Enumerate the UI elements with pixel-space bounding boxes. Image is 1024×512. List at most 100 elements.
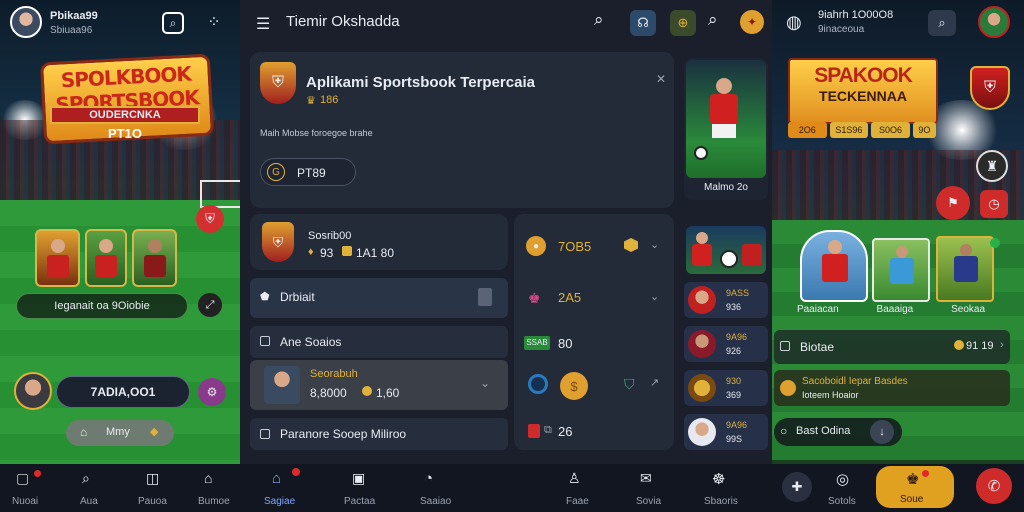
list-row[interactable]: Paranore Sooep Miliroo [250,418,508,450]
chip[interactable]: 9O [912,122,936,138]
player-card[interactable] [872,238,930,302]
download-icon[interactable]: ↓ [870,420,894,444]
globe-icon[interactable]: ◍ [786,12,802,33]
nav-item[interactable]: Aua [80,496,98,507]
puzzle-icon[interactable]: ✚ [782,472,812,502]
profile-icon[interactable]: ⌂ [204,470,212,486]
search-icon[interactable]: ⌕ [594,10,604,30]
balance-display: 7ADIA,OO1 [56,376,190,408]
clock-icon: ○ [780,424,788,438]
clock-icon[interactable]: ◷ [980,190,1008,218]
nav-item[interactable]: Nuoai [12,496,38,507]
coin-icon [342,246,352,256]
player-card[interactable] [936,236,994,302]
avatar[interactable] [978,6,1010,38]
live-chat-icon[interactable]: ✆ [976,468,1012,504]
match-card[interactable] [686,226,766,274]
calendar-icon[interactable]: ▣ [352,470,365,487]
list-row-expandable[interactable]: Seorabuh 8,8000 1,60 ⌄ [250,360,508,410]
flag-icon[interactable]: ⚑ [936,186,970,220]
support-icon[interactable]: ◎ [836,470,849,488]
promo-banner[interactable]: Ieganait oa 9Oiobie [16,293,188,319]
search-icon[interactable]: ⌕ [708,10,718,30]
nav-item[interactable]: Sovia [636,496,661,507]
stats-title: Sosrib00 [308,230,352,242]
ticket-icon[interactable]: ▢ [16,470,29,487]
chip[interactable]: S1S96 [829,122,869,138]
chip[interactable]: S0O6 [871,122,910,138]
username: Pbikaa99 [50,10,98,22]
nav-item[interactable]: Bumoe [198,496,230,507]
page-title: Tiemir Okshadda [286,13,400,30]
player-names: Paaiacan Baaaiga Seokaa [778,304,1004,315]
search-icon[interactable]: ⌕ [82,470,90,487]
chevron-down-icon[interactable]: ⌄ [650,238,659,251]
chat-icon[interactable]: ✉ [640,470,652,487]
nav-item[interactable]: Sagiae [264,496,295,507]
user-subtitle: 9inaceoua [818,24,865,35]
grid-dots-icon[interactable]: ⁘ [202,10,226,34]
clock-icon[interactable]: ◔ [424,470,433,487]
player-card[interactable] [132,229,177,287]
coin-icon [780,380,796,396]
nav-item[interactable]: Sbaoris [704,496,738,507]
gift-icon[interactable]: ✦ [740,10,764,34]
logo-line1: SPAKOOK [814,64,913,87]
stats-panel: ⛨ Sosrib00 ♦ 93 1A1 80 [250,214,508,270]
headset-icon[interactable]: ☊ [630,10,656,36]
action-pill[interactable]: ○ Bast Odina ↓ [774,418,902,446]
user-icon[interactable]: ♙ [568,470,581,487]
list-item[interactable]: 930 369 [684,370,768,406]
item-value: 9A96 [726,332,748,342]
search-icon[interactable]: ⌕ [162,12,184,34]
list-item[interactable]: 9A96 926 [684,326,768,362]
nav-item[interactable]: Saaiao [420,496,451,507]
featured-player-card[interactable]: Malmo 2o [684,58,768,200]
list-row[interactable]: ⬟ Drbiait [250,278,508,318]
player-card[interactable] [35,229,80,287]
row-label: Drbiait [280,290,315,304]
list-row[interactable]: Ane Soaios [250,326,508,358]
item-value: 9A96 [726,420,748,430]
expand-icon[interactable]: ⤢ [198,293,222,317]
chevron-down-icon[interactable]: ⌄ [480,376,490,390]
shield-badge-icon[interactable]: ⛨ [196,205,224,233]
player-card[interactable] [85,229,127,287]
home-icon[interactable]: ⌂ [272,470,281,487]
list-row[interactable]: Sacoboidl Iepar Basdes Ioteem Hoaior [774,370,1010,406]
checkbox[interactable] [260,336,270,346]
close-icon[interactable]: ✕ [656,72,666,86]
odds-value: 7OB5 [558,239,592,254]
hero-description: Maih Mobse foroegoe brahe [260,128,373,138]
user-avatar[interactable] [14,372,52,410]
row-title: Seorabuh [310,368,358,380]
row-sub: Ioteem Hoaior [802,390,859,400]
nav-item[interactable]: Pauoa [138,496,167,507]
list-row[interactable]: Biotae 91 19 › [774,330,1010,364]
menu-button[interactable]: ⌂ Mmy ◆ [66,420,174,446]
promo-code-field[interactable]: G PT89 [260,158,356,186]
checkbox[interactable] [260,429,270,439]
plus-icon[interactable] [990,238,1000,248]
trophy-icon[interactable]: ♜ [976,150,1008,182]
odds-value: 2A5 [558,290,582,305]
list-item[interactable]: 9A96 99S [684,414,768,450]
nav-item-active[interactable]: ♚ Soue [876,466,954,508]
nav-item[interactable]: Sotols [828,496,856,507]
checkbox[interactable] [780,341,790,351]
chevron-down-icon[interactable]: ⌄ [650,290,659,303]
nav-item[interactable]: Faae [566,496,589,507]
search-icon[interactable]: ⌕ [928,10,956,36]
list-item[interactable]: 9ASS 936 [684,282,768,318]
player-card[interactable] [800,230,868,302]
nav-item[interactable]: Pactaa [344,496,375,507]
chip[interactable]: 2O6 [788,122,827,138]
menu-hamburger-icon[interactable]: ☰ [256,14,270,34]
nav-label: Soue [900,494,924,505]
avatar[interactable] [10,6,42,38]
expand-icon[interactable]: ↗ [650,376,659,389]
wallet-icon[interactable]: ◫ [146,470,159,487]
coin-icon[interactable]: ⊕ [670,10,696,36]
settings-icon[interactable]: ⚙ [198,378,226,406]
groups-icon[interactable]: ☸ [712,470,725,488]
